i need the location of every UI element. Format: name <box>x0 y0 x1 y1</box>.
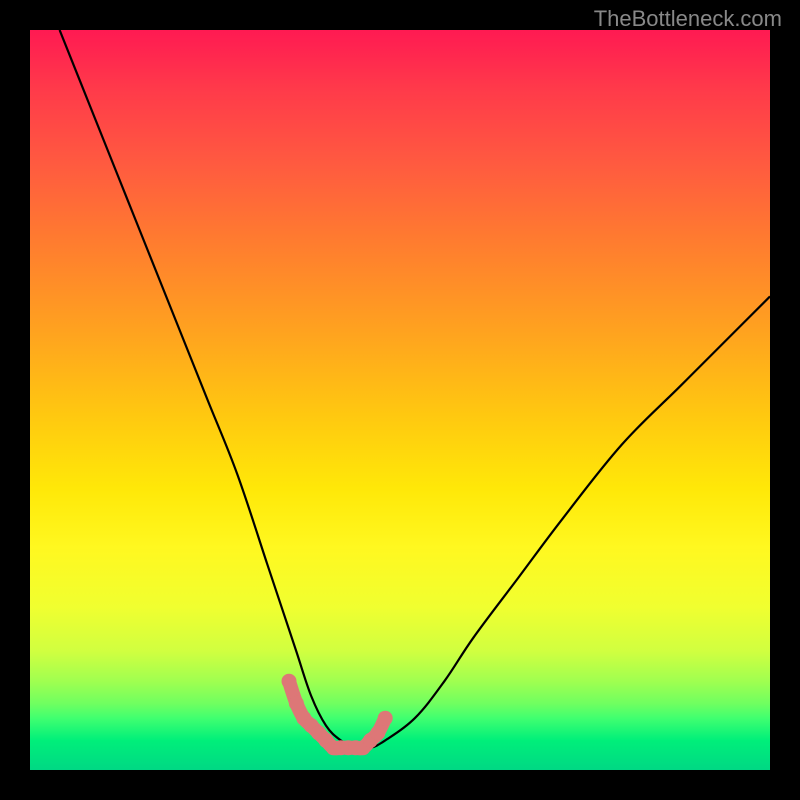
watermark-text: TheBottleneck.com <box>594 6 782 32</box>
chart-background-gradient <box>30 30 770 770</box>
chart-plot-area <box>30 30 770 770</box>
